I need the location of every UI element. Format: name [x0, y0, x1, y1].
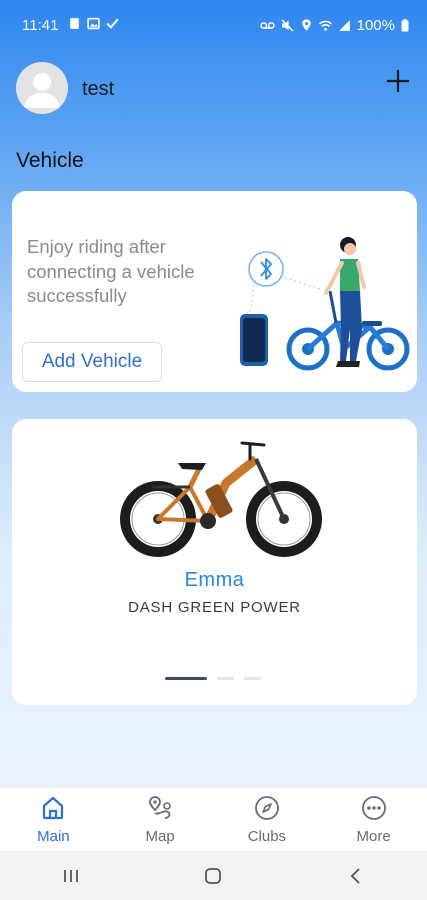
- status-time: 11:41: [22, 17, 59, 34]
- connect-vehicle-card: Enjoy riding after connecting a vehicle …: [12, 191, 417, 392]
- nav-label-more: More: [356, 828, 391, 845]
- nav-label-map: Map: [145, 828, 175, 845]
- signal-icon: [338, 20, 350, 31]
- connect-message: Enjoy riding after connecting a vehicle …: [27, 236, 195, 306]
- bike-card[interactable]: Emma DASH GREEN POWER: [12, 419, 417, 705]
- location-icon: [301, 19, 311, 31]
- carousel-indicator: [165, 677, 261, 680]
- nav-label-clubs: Clubs: [247, 828, 287, 845]
- wifi-icon: [318, 20, 332, 31]
- home-icon: [43, 796, 64, 820]
- system-navigation-bar: [0, 851, 427, 900]
- carousel-dot-active: [165, 677, 207, 680]
- check-mark-icon: [106, 18, 119, 29]
- home-button-icon[interactable]: [202, 865, 224, 887]
- bottom-navigation: Main Map Clubs More: [0, 787, 427, 851]
- carousel-dot: [217, 677, 234, 680]
- status-left-icons: [68, 17, 119, 30]
- battery-percent: 100%: [356, 17, 395, 34]
- nav-item-main[interactable]: Main: [0, 788, 107, 851]
- add-vehicle-button[interactable]: Add Vehicle: [22, 342, 162, 382]
- status-right-icons: 100%: [259, 17, 409, 34]
- carousel-dot: [244, 677, 261, 680]
- nav-item-map[interactable]: Map: [107, 788, 214, 851]
- e-bike-image: [120, 441, 322, 557]
- section-title: Vehicle: [16, 149, 84, 172]
- bike-model: DASH GREEN POWER: [128, 599, 301, 616]
- map-route-icon: [149, 796, 171, 819]
- nav-label-main: Main: [37, 828, 70, 845]
- mute-icon: [281, 19, 294, 32]
- user-avatar-icon: [16, 62, 68, 114]
- recent-apps-icon[interactable]: [60, 865, 82, 887]
- battery-icon: [401, 19, 409, 32]
- username: test: [82, 78, 115, 100]
- voicemail-icon: [259, 22, 275, 29]
- compass-icon: [254, 796, 279, 820]
- plus-icon[interactable]: [385, 68, 411, 94]
- nav-item-clubs[interactable]: Clubs: [214, 788, 321, 851]
- gallery-icon: [87, 17, 100, 30]
- bike-name: Emma: [184, 569, 245, 591]
- avatar[interactable]: [16, 62, 68, 114]
- sim-card-icon: [70, 18, 79, 29]
- back-icon[interactable]: [345, 865, 367, 887]
- nav-item-more[interactable]: More: [320, 788, 427, 851]
- more-dots-icon: [361, 796, 386, 820]
- woman-with-bike-and-bluetooth-illustration: [240, 237, 410, 371]
- status-bar: 11:41 100%: [0, 0, 427, 52]
